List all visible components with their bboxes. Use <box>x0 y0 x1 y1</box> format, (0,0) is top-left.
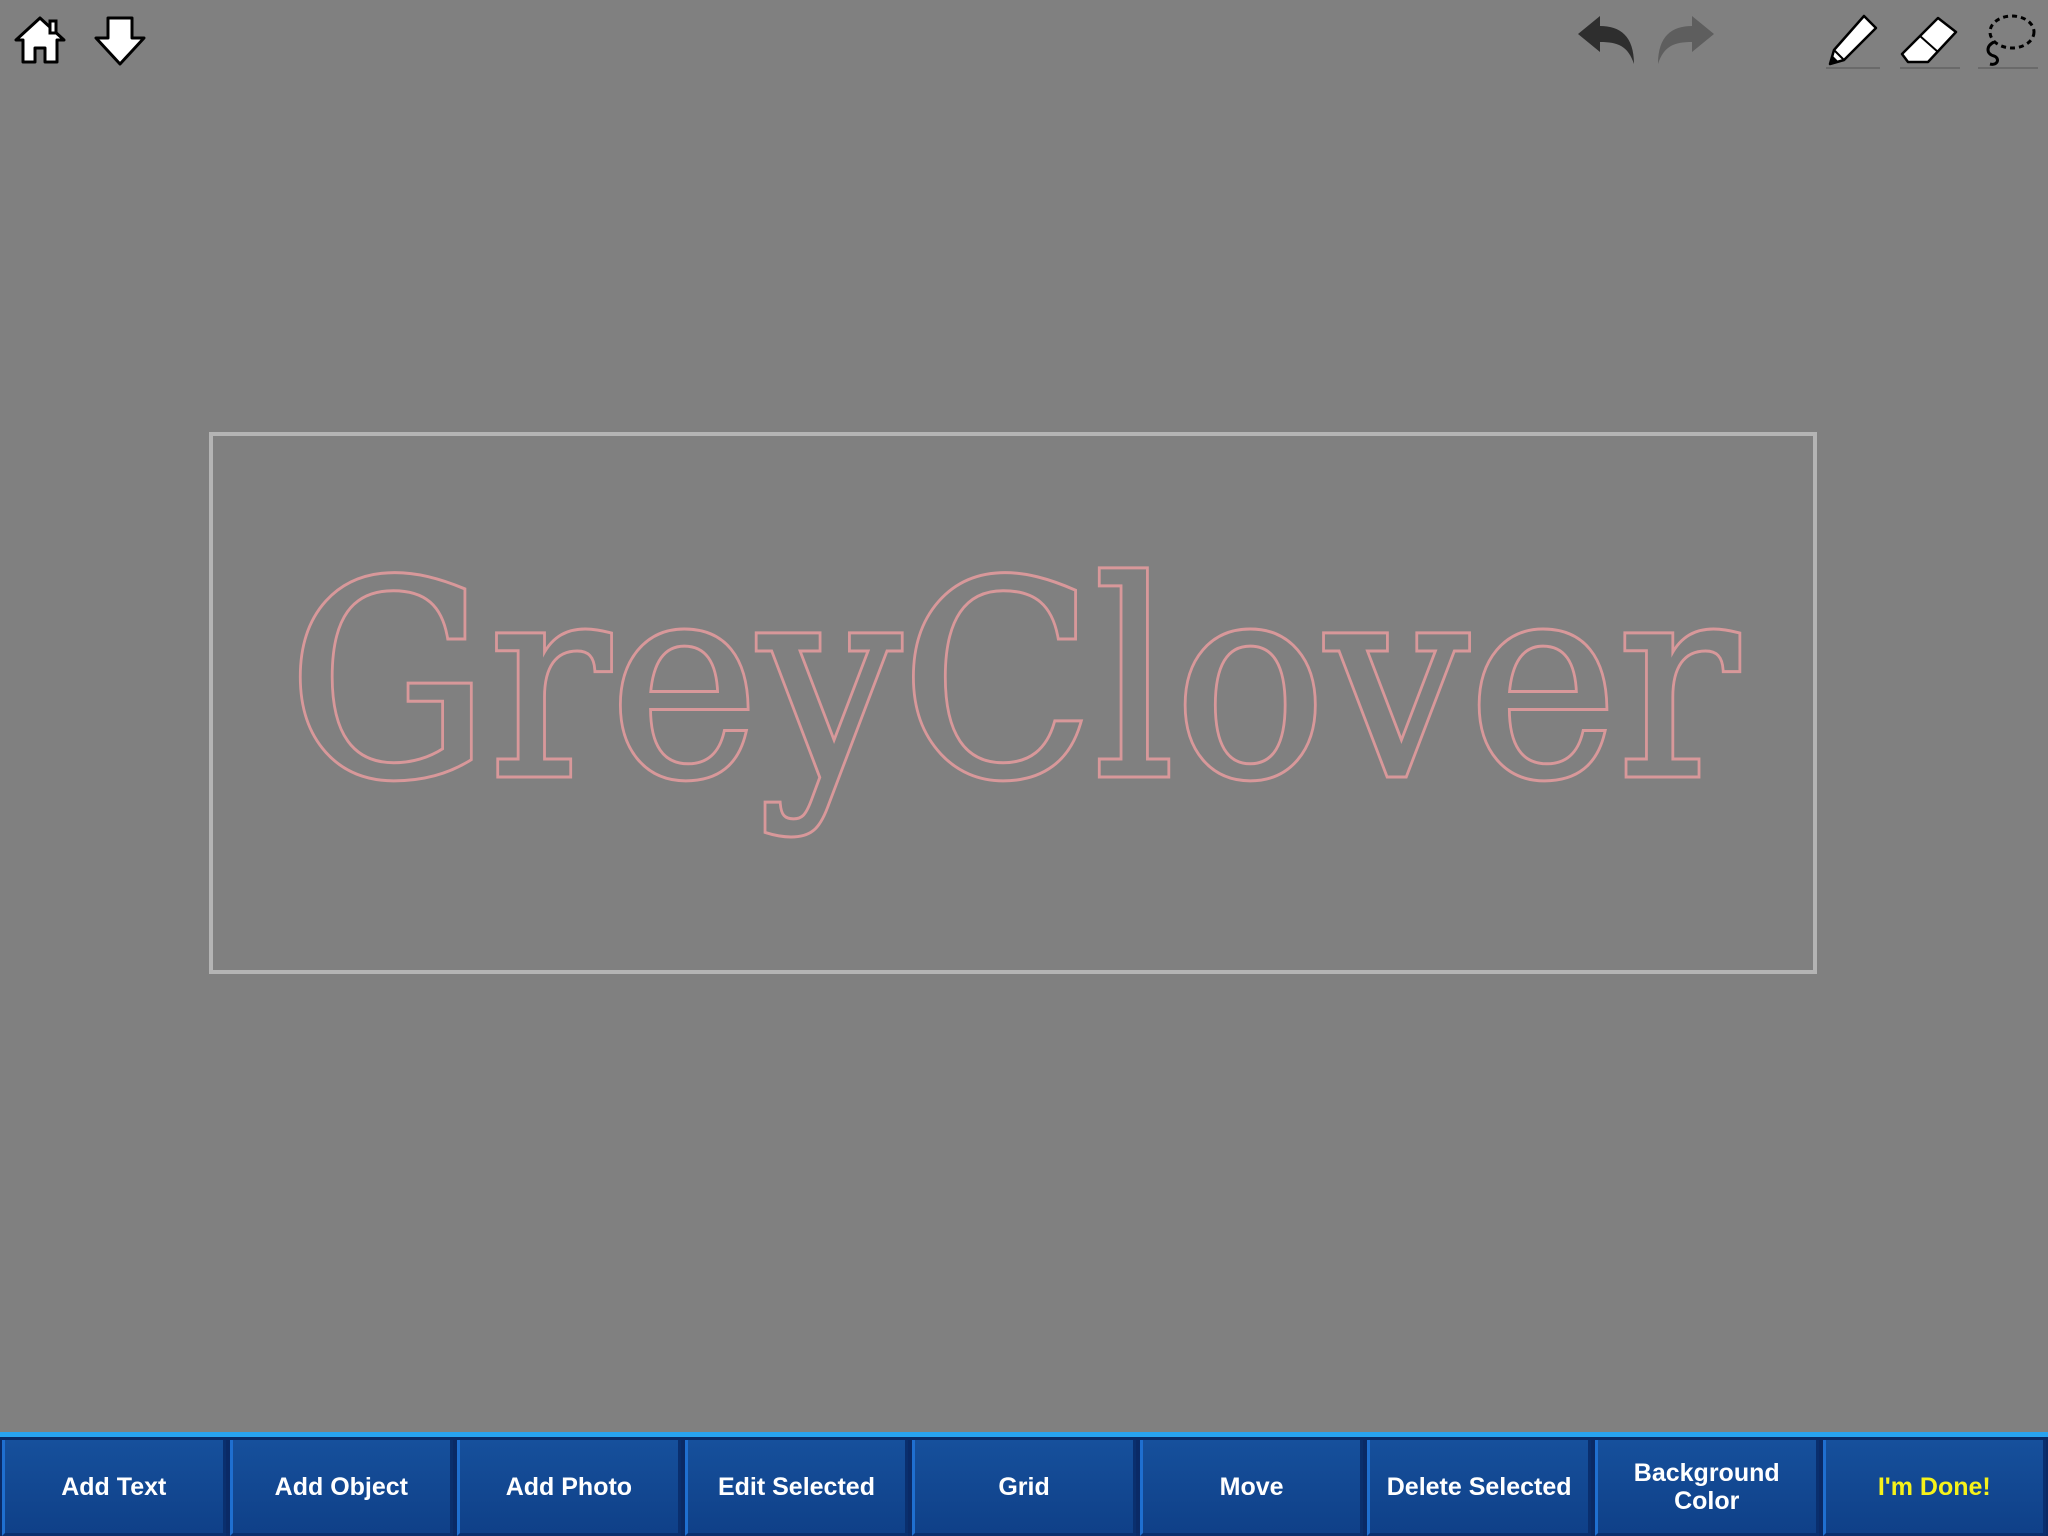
canvas-text-inline: GreyClover <box>288 524 1740 839</box>
download-icon <box>92 12 148 68</box>
undo-button[interactable] <box>1574 8 1638 72</box>
background-color-button[interactable]: Background Color <box>1594 1440 1819 1536</box>
lasso-tool-button[interactable] <box>1976 8 2040 72</box>
add-text-button[interactable]: Add Text <box>2 1440 226 1536</box>
canvas-text-object[interactable]: GreyClover GreyClover <box>209 520 1817 880</box>
eraser-tool-button[interactable] <box>1898 8 1962 72</box>
add-object-button[interactable]: Add Object <box>229 1440 454 1536</box>
im-done-button[interactable]: I'm Done! <box>1822 1440 2047 1536</box>
lasso-icon <box>1976 10 2040 70</box>
add-photo-button[interactable]: Add Photo <box>457 1440 681 1536</box>
bottom-action-bar: Add Text Add Object Add Photo Edit Selec… <box>0 1432 2048 1536</box>
save-button[interactable] <box>88 8 152 72</box>
eraser-icon <box>1898 10 1962 70</box>
delete-selected-button[interactable]: Delete Selected <box>1367 1440 1591 1536</box>
home-icon <box>12 12 68 68</box>
canvas-text-graphic: GreyClover GreyClover <box>285 521 1744 843</box>
pencil-tool-button[interactable] <box>1820 8 1884 72</box>
pencil-icon <box>1822 10 1882 70</box>
undo-icon <box>1574 12 1638 68</box>
home-button[interactable] <box>8 8 72 72</box>
redo-icon <box>1654 12 1718 68</box>
move-button[interactable]: Move <box>1139 1440 1364 1536</box>
edit-selected-button[interactable]: Edit Selected <box>684 1440 909 1536</box>
redo-button[interactable] <box>1654 8 1718 72</box>
grid-button[interactable]: Grid <box>912 1440 1136 1536</box>
drawing-canvas[interactable]: GreyClover GreyClover <box>0 0 2048 1432</box>
